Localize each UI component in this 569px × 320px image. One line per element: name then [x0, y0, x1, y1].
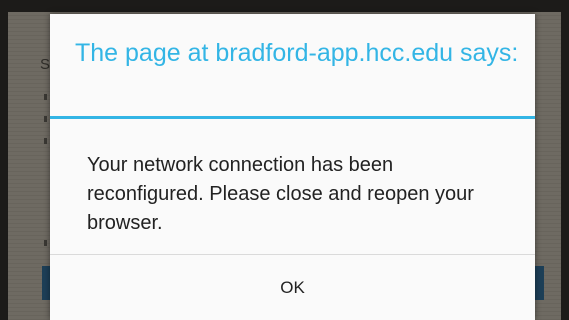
ok-button[interactable]: OK: [50, 255, 535, 320]
title-divider: [50, 116, 535, 119]
background-text-fragment: [44, 138, 47, 144]
background-text-fragment: [44, 116, 47, 122]
background-partial-heading: S: [40, 56, 51, 73]
screen: S The page at bradford-app.hcc.edu says:…: [0, 0, 569, 320]
alert-dialog: The page at bradford-app.hcc.edu says: Y…: [50, 14, 535, 320]
dialog-title: The page at bradford-app.hcc.edu says:: [75, 39, 519, 67]
background-text-fragment: [44, 240, 47, 246]
dialog-message: Your network connection has been reconfi…: [87, 154, 474, 234]
background-text-fragment: [44, 94, 47, 100]
